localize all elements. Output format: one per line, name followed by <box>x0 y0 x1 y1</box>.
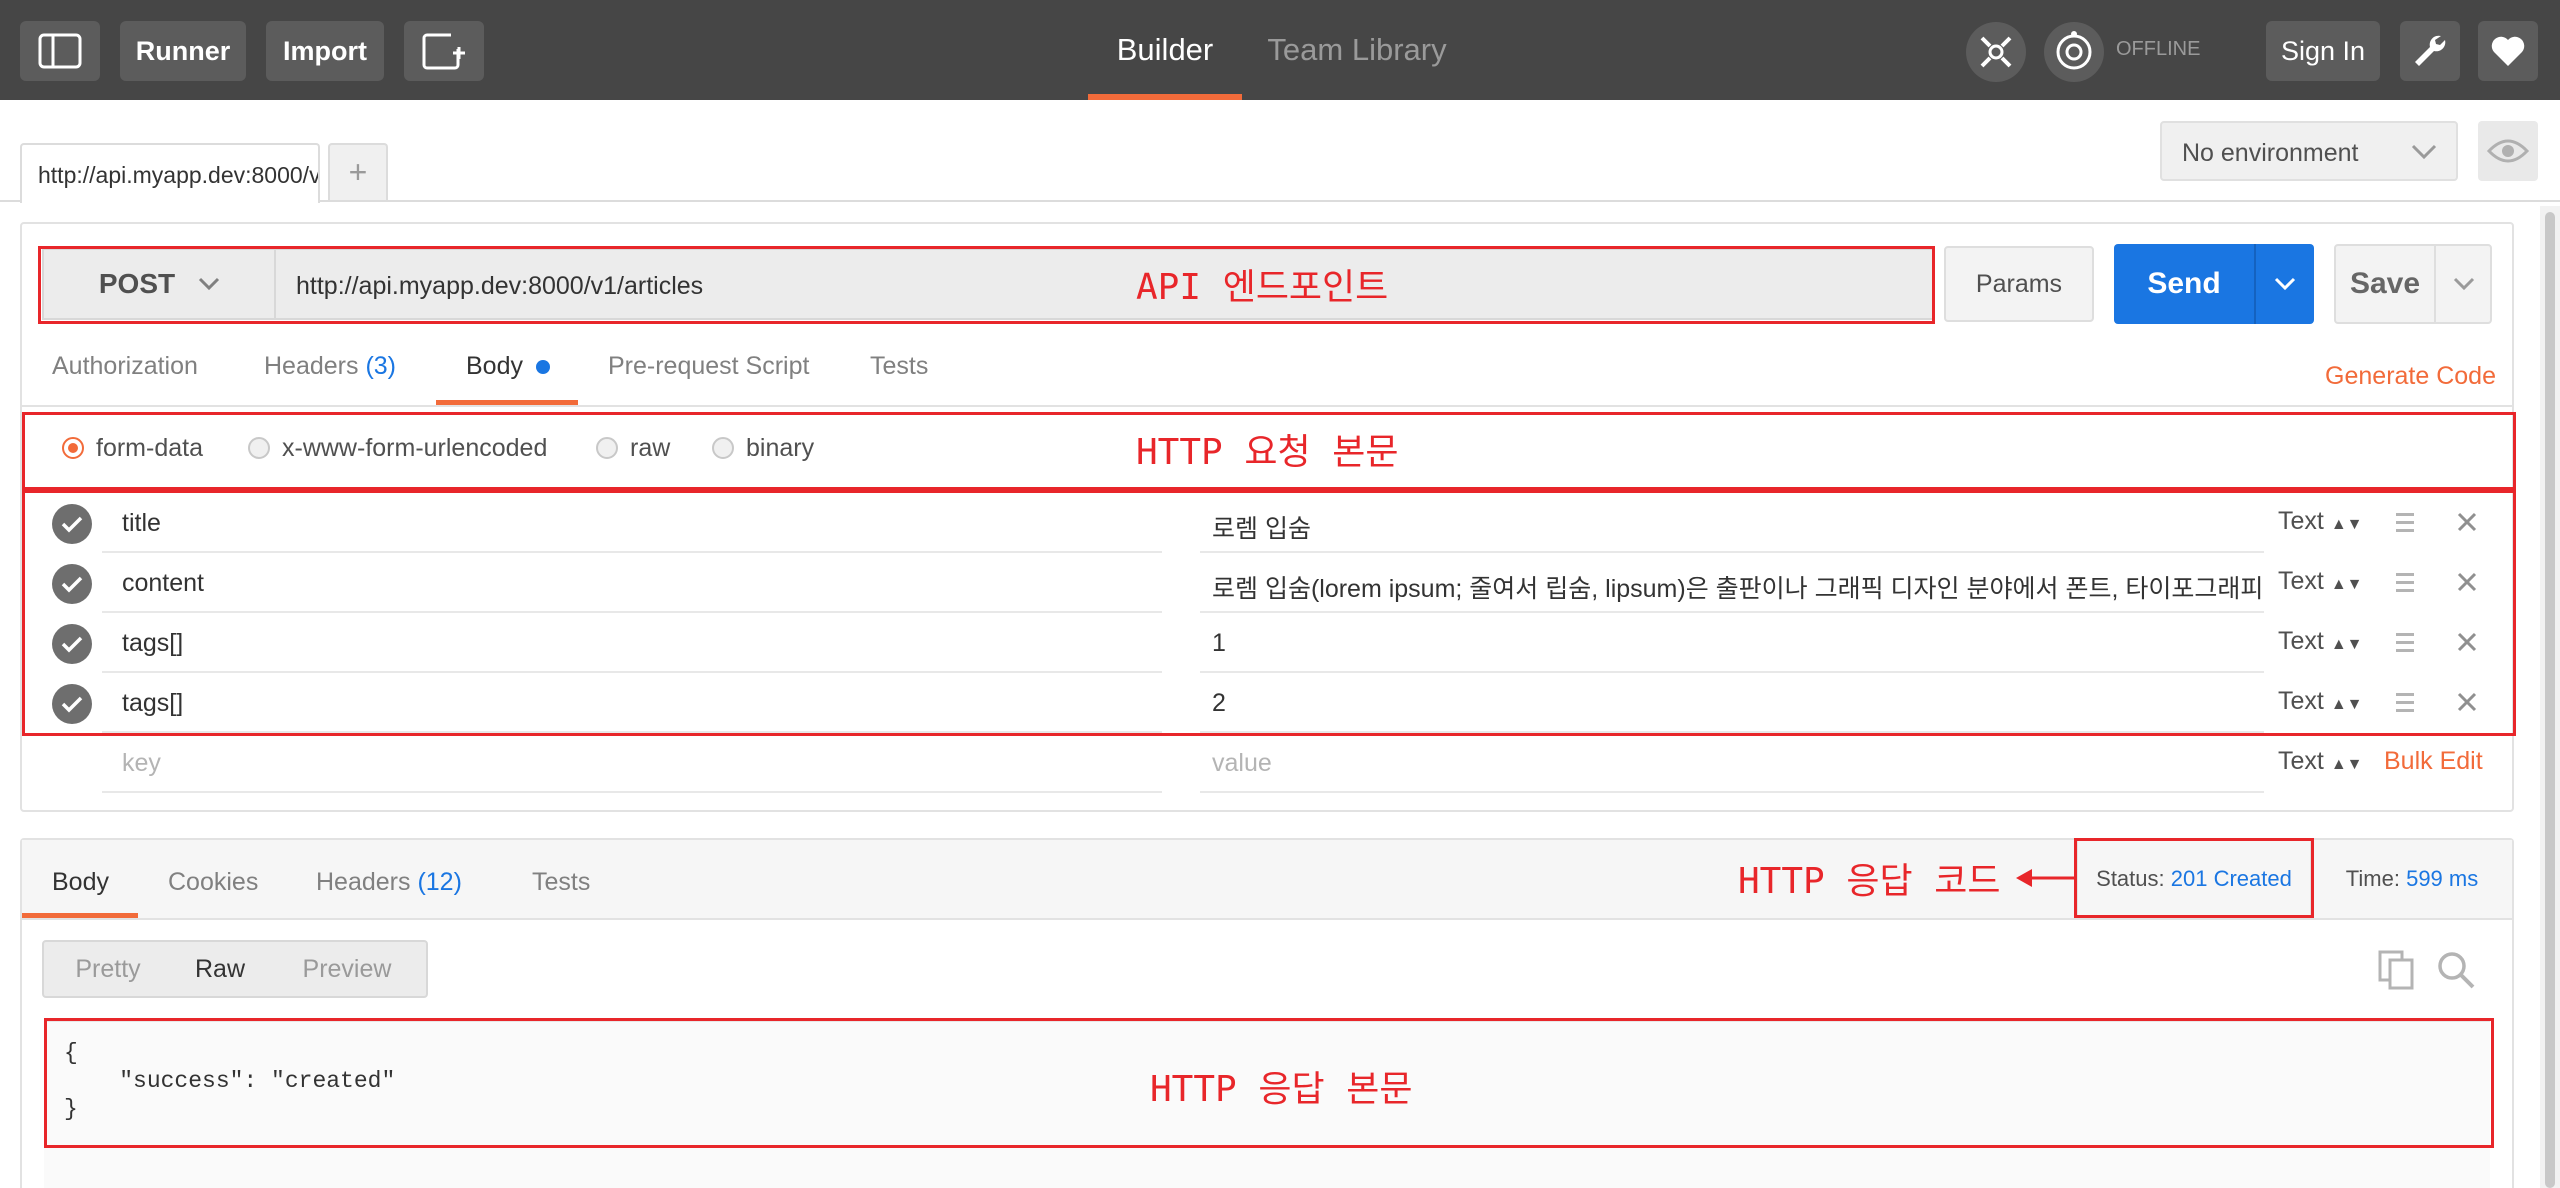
response-view-mode: Pretty Raw Preview <box>42 940 428 998</box>
copy-icon[interactable] <box>2378 950 2414 990</box>
satellite-icon <box>1980 36 2012 68</box>
response-body-tab-indicator <box>22 913 138 918</box>
builder-tab-indicator <box>1088 94 1242 100</box>
form-type-value: Text <box>2278 747 2324 775</box>
environment-quick-look-button[interactable] <box>2478 121 2538 181</box>
new-key-input[interactable]: key <box>102 733 1162 793</box>
sync-status-button[interactable] <box>2044 22 2104 82</box>
sync-icon <box>2056 31 2092 70</box>
updown-icon: ▲▼ <box>2330 756 2363 773</box>
wrench-icon <box>2415 35 2446 66</box>
add-tab-button[interactable]: + <box>328 143 388 200</box>
annotation-response-code: HTTP 응답 코드 <box>1738 861 2001 902</box>
response-tab-headers-count: (12) <box>417 868 462 896</box>
send-options-button[interactable] <box>2256 244 2314 324</box>
response-time: Time: 599 ms <box>2312 839 2512 919</box>
tab-authorization[interactable]: Authorization <box>52 352 198 402</box>
form-row-new: key value Text ▲▼ Bulk Edit <box>22 733 2512 793</box>
environment-select[interactable]: No environment <box>2160 121 2458 181</box>
bulk-edit-link[interactable]: Bulk Edit <box>2384 747 2483 776</box>
tab-body-label: Body <box>466 352 523 380</box>
sign-in-button[interactable]: Sign In <box>2266 21 2380 81</box>
save-options-button[interactable] <box>2436 246 2492 322</box>
request-tab-active[interactable]: http://api.myapp.dev:8000/v1/articles <box>20 143 320 203</box>
new-window-button[interactable] <box>404 21 484 81</box>
generate-code-link[interactable]: Generate Code <box>2300 362 2496 391</box>
arrow-left-icon <box>2016 869 2074 887</box>
annotation-request-body: HTTP 요청 본문 <box>1136 432 1399 473</box>
annotation-box-endpoint <box>38 246 1935 324</box>
chevron-down-icon <box>2453 277 2475 291</box>
tab-tests[interactable]: Tests <box>870 352 928 402</box>
eye-icon <box>2487 139 2529 163</box>
time-label: Time: <box>2345 866 2400 891</box>
tab-strip-divider <box>0 200 2560 202</box>
new-window-icon <box>422 33 465 70</box>
tab-pre-request-script[interactable]: Pre-request Script <box>608 352 809 402</box>
favorites-button[interactable] <box>2478 21 2538 81</box>
annotation-box-request-body-fields <box>22 490 2516 736</box>
interceptor-button[interactable] <box>1966 22 2026 82</box>
settings-button[interactable] <box>2400 21 2460 81</box>
heart-icon <box>2491 36 2525 66</box>
tab-builder[interactable]: Builder <box>1088 0 1242 100</box>
view-raw-button[interactable]: Raw <box>172 942 268 996</box>
chevron-down-icon <box>2274 277 2296 291</box>
save-button-group: Save <box>2334 244 2492 324</box>
environment-select-value: No environment <box>2182 139 2359 167</box>
new-value-input[interactable]: value <box>1200 733 2264 793</box>
view-pretty-button[interactable]: Pretty <box>44 942 172 996</box>
search-icon[interactable] <box>2436 950 2476 990</box>
send-button[interactable]: Send <box>2114 244 2254 324</box>
tab-headers-count: (3) <box>365 352 397 380</box>
request-tabs-divider <box>22 405 2512 407</box>
annotation-box-response-code <box>2074 838 2314 918</box>
import-button[interactable]: Import <box>266 21 384 81</box>
view-preview-button[interactable]: Preview <box>268 942 426 996</box>
save-button[interactable]: Save <box>2336 246 2434 322</box>
time-value: 599 ms <box>2406 866 2479 891</box>
sidebar-toggle-button[interactable] <box>20 21 100 81</box>
scrollbar-thumb[interactable] <box>2545 212 2555 1188</box>
modified-dot-icon <box>535 360 550 375</box>
top-toolbar: Runner Import Builder Team Library OFFLI… <box>0 0 2560 100</box>
annotation-endpoint: API 엔드포인트 <box>1136 267 1389 308</box>
tab-team-library[interactable]: Team Library <box>1262 0 1452 100</box>
response-tab-cookies[interactable]: Cookies <box>168 868 258 897</box>
form-type-select[interactable]: Text ▲▼ <box>2278 747 2362 776</box>
tab-headers-label: Headers <box>264 352 359 380</box>
tab-headers[interactable]: Headers (3) <box>264 352 396 402</box>
response-tab-body[interactable]: Body <box>52 868 109 897</box>
response-tab-headers-label: Headers <box>316 868 411 896</box>
offline-status: OFFLINE <box>2116 38 2201 60</box>
annotation-response-body: HTTP 응답 본문 <box>1150 1069 1413 1110</box>
response-tab-tests[interactable]: Tests <box>532 868 590 897</box>
sidebar-icon <box>38 33 82 69</box>
tab-body[interactable]: Body <box>466 352 550 402</box>
chevron-down-icon <box>2411 144 2437 160</box>
runner-button[interactable]: Runner <box>120 21 246 81</box>
response-tab-headers[interactable]: Headers (12) <box>316 868 462 897</box>
send-button-group: Send <box>2114 244 2314 324</box>
params-button[interactable]: Params <box>1944 246 2094 322</box>
